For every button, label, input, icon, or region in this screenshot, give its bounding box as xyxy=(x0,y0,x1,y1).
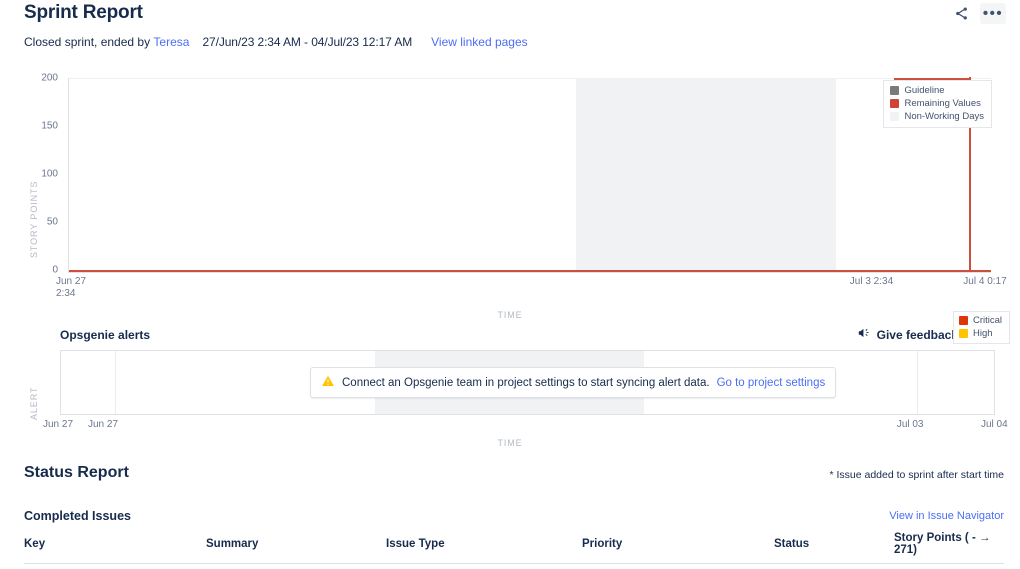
x-tick-line1: Jun 27 xyxy=(56,276,87,287)
y-tick: 200 xyxy=(41,72,58,84)
legend-label: High xyxy=(972,328,993,339)
x-tick: Jul 04 xyxy=(980,419,1008,430)
status-report-note: * Issue added to sprint after start time xyxy=(829,469,1004,481)
alert-gridline xyxy=(917,351,919,414)
more-options-button[interactable]: ••• xyxy=(980,3,1006,24)
give-feedback-label: Give feedback xyxy=(876,327,958,342)
view-linked-pages-link[interactable]: View linked pages xyxy=(431,35,528,49)
high-swatch-icon xyxy=(958,329,968,338)
more-options-icon: ••• xyxy=(982,4,1004,22)
warning-triangle-icon xyxy=(321,374,335,391)
column-header-story-points[interactable]: Story Points ( - → 271) xyxy=(894,528,1004,564)
status-report-title: Status Report xyxy=(24,464,129,481)
cell-status: DONE xyxy=(774,564,894,569)
critical-swatch-icon xyxy=(958,316,968,325)
y-tick: 0 xyxy=(52,264,58,276)
legend-item-remaining-values: Remaining Values xyxy=(890,98,984,109)
table-row: SCM-3 Task 1 Task xyxy=(24,564,1004,569)
cell-priority: Medium xyxy=(582,564,774,569)
opsgenie-alerts-title: Opsgenie alerts xyxy=(60,328,151,342)
column-header-key[interactable]: Key xyxy=(24,528,206,564)
completed-issues-title: Completed Issues xyxy=(24,509,131,523)
cell-issue-type: Task xyxy=(386,564,582,569)
header-actions: ••• xyxy=(948,3,1006,24)
sprint-report-page: Sprint Report ••• Closed sprint, ended b… xyxy=(0,0,1020,569)
megaphone-icon xyxy=(857,326,871,343)
y-tick: 100 xyxy=(41,168,58,180)
page-title: Sprint Report xyxy=(24,2,143,23)
column-header-issue-type[interactable]: Issue Type xyxy=(386,528,582,564)
legend-label: Remaining Values xyxy=(904,98,981,109)
x-tick: Jun 27 xyxy=(88,419,119,430)
legend-item-high: High xyxy=(958,328,1002,339)
go-to-project-settings-link[interactable]: Go to project settings xyxy=(717,377,826,389)
alert-x-axis-label: TIME xyxy=(497,438,523,448)
opsgenie-empty-state-message: Connect an Opsgenie team in project sett… xyxy=(310,367,837,398)
remaining-values-swatch-icon xyxy=(890,99,900,108)
non-working-days-swatch-icon xyxy=(890,112,900,121)
x-tick: Jun 27 xyxy=(43,419,74,430)
x-tick-line2: 2:34 xyxy=(56,288,76,299)
legend-item-non-working-days: Non-Working Days xyxy=(890,111,984,122)
alert-x-ticks: Jun 27 Jun 27 Jul 03 Jul 04 xyxy=(43,419,1008,435)
alert-gridline xyxy=(115,351,117,414)
y-tick: 50 xyxy=(46,216,58,228)
opsgenie-message-text: Connect an Opsgenie team in project sett… xyxy=(342,376,710,389)
column-header-summary[interactable]: Summary xyxy=(206,528,386,564)
legend-item-critical: Critical xyxy=(958,315,1002,326)
column-header-status[interactable]: Status xyxy=(774,528,894,564)
completed-issues-table: Key Summary Issue Type Priority Status S… xyxy=(24,528,1004,569)
x-tick: Jul 3 2:34 xyxy=(849,276,894,287)
sprint-author-link[interactable]: Teresa xyxy=(153,35,189,49)
view-in-issue-navigator-link[interactable]: View in Issue Navigator xyxy=(889,510,1004,522)
sprint-date-range: 27/Jun/23 2:34 AM - 04/Jul/23 12:17 AM xyxy=(202,35,413,49)
column-header-priority[interactable]: Priority xyxy=(582,528,774,564)
burndown-chart: STORY POINTS 200 150 100 50 0 Jun 27 2:3… xyxy=(0,68,1020,321)
remaining-values-line xyxy=(69,270,991,272)
burndown-x-ticks: Jun 27 2:34 Jul 3 2:34 Jul 4 0:17 xyxy=(56,276,1007,306)
burndown-legend: Guideline Remaining Values Non-Working D… xyxy=(883,80,992,128)
non-working-days-band xyxy=(576,78,837,272)
x-tick: Jul 03 xyxy=(896,419,924,430)
cell-summary: Task 1 xyxy=(206,564,386,569)
legend-item-guideline: Guideline xyxy=(890,85,984,96)
sprint-meta: Closed sprint, ended by Teresa 27/Jun/23… xyxy=(24,35,528,49)
sprint-status-text: Closed sprint, ended by xyxy=(24,35,151,49)
burndown-x-axis-label: TIME xyxy=(497,310,523,320)
table-header-row: Key Summary Issue Type Priority Status S… xyxy=(24,528,1004,564)
alert-y-axis-label: ALERT xyxy=(29,386,39,420)
cell-story-points: - → 10 xyxy=(894,564,1004,569)
y-tick: 150 xyxy=(41,120,58,132)
legend-label: Non-Working Days xyxy=(904,111,984,122)
burndown-y-ticks: 200 150 100 50 0 xyxy=(18,68,58,276)
share-icon xyxy=(954,6,969,21)
legend-label: Guideline xyxy=(904,85,945,96)
alert-legend: Critical High xyxy=(952,311,1010,344)
legend-label: Critical xyxy=(972,315,1002,326)
burndown-plot-area xyxy=(68,77,991,273)
give-feedback-button[interactable]: Give feedback xyxy=(857,326,958,343)
x-tick: Jul 4 0:17 xyxy=(963,276,1007,287)
guideline-swatch-icon xyxy=(890,86,900,95)
share-button[interactable] xyxy=(948,3,974,24)
cell-key: SCM-3 xyxy=(24,564,206,569)
